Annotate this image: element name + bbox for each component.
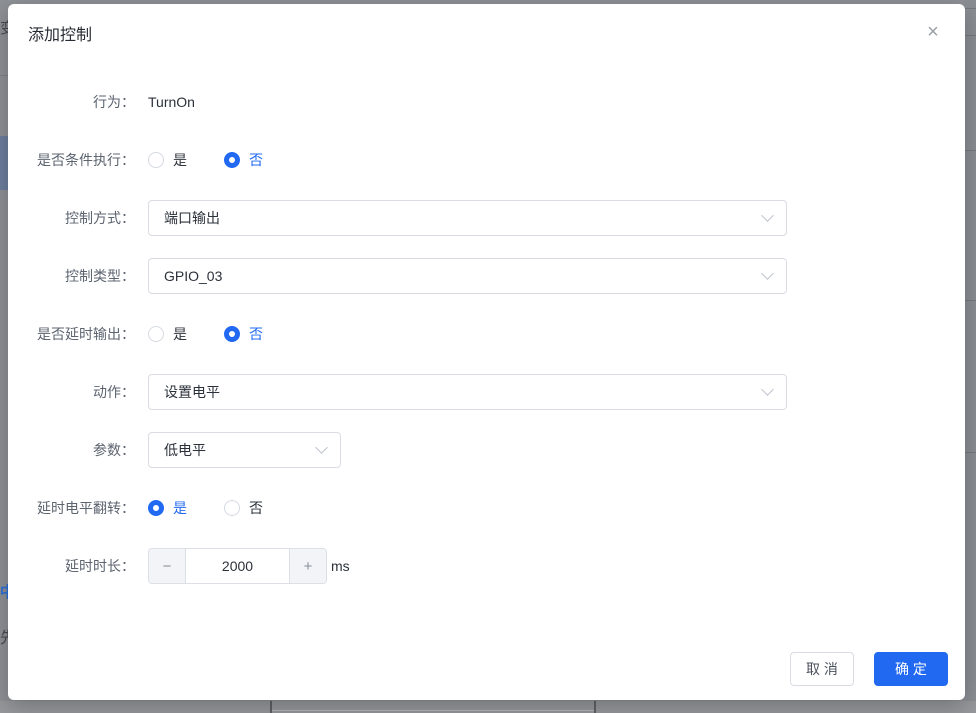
radio-yes-label: 是 <box>173 324 187 344</box>
radio-yes[interactable]: 是 <box>148 324 187 344</box>
conditional-exec-radio-group: 是 否 <box>148 150 300 170</box>
decrease-button[interactable]: − <box>149 549 186 583</box>
radio-yes-label: 是 <box>173 150 187 170</box>
delay-output-label: 是否延时输出： <box>20 324 135 344</box>
behavior-label: 行为： <box>20 92 135 112</box>
add-control-form: 行为： TurnOn 是否条件执行： 是 否 控制方式： 端口输出 <box>8 84 965 584</box>
dialog-title: 添加控制 <box>28 24 937 48</box>
conditional-exec-label: 是否条件执行： <box>20 150 135 170</box>
confirm-button[interactable]: 确 定 <box>874 652 948 686</box>
action-row: 动作： 设置电平 <box>20 374 965 410</box>
action-label: 动作： <box>20 382 135 402</box>
control-type-value: GPIO_03 <box>164 268 222 284</box>
bg-table-border <box>270 701 272 713</box>
dialog-header: 添加控制 × <box>8 4 965 48</box>
radio-circle-icon <box>148 152 164 168</box>
param-label: 参数： <box>20 440 135 460</box>
param-row: 参数： 低电平 <box>20 432 965 468</box>
close-icon[interactable]: × <box>921 20 945 44</box>
radio-circle-icon <box>224 152 240 168</box>
action-select[interactable]: 设置电平 <box>148 374 787 410</box>
control-mode-select[interactable]: 端口输出 <box>148 200 787 236</box>
level-flip-label: 延时电平翻转： <box>20 498 135 518</box>
chevron-down-icon <box>317 443 327 453</box>
radio-no[interactable]: 否 <box>224 498 263 518</box>
duration-unit-label: ms <box>331 558 350 574</box>
radio-circle-icon <box>224 326 240 342</box>
bg-divider <box>0 75 8 76</box>
radio-yes[interactable]: 是 <box>148 498 187 518</box>
level-flip-radio-group: 是 否 <box>148 498 300 518</box>
bg-table-border <box>272 710 594 711</box>
action-value: 设置电平 <box>164 382 220 402</box>
radio-circle-icon <box>148 326 164 342</box>
param-select[interactable]: 低电平 <box>148 432 341 468</box>
radio-no-label: 否 <box>249 324 263 344</box>
control-type-label: 控制类型： <box>20 266 135 286</box>
cancel-button[interactable]: 取 消 <box>790 652 854 686</box>
param-value: 低电平 <box>164 440 206 460</box>
radio-no[interactable]: 否 <box>224 324 263 344</box>
control-type-row: 控制类型： GPIO_03 <box>20 258 965 294</box>
chevron-down-icon <box>763 211 773 221</box>
dialog-footer: 取 消 确 定 <box>790 652 948 686</box>
increase-button[interactable]: + <box>289 549 326 583</box>
radio-no[interactable]: 否 <box>224 150 263 170</box>
radio-circle-icon <box>224 500 240 516</box>
radio-no-label: 否 <box>249 150 263 170</box>
add-control-dialog: 添加控制 × 行为： TurnOn 是否条件执行： 是 否 <box>8 4 965 700</box>
delay-output-radio-group: 是 否 <box>148 324 300 344</box>
radio-yes[interactable]: 是 <box>148 150 187 170</box>
behavior-value: TurnOn <box>148 94 195 110</box>
chevron-down-icon <box>763 385 773 395</box>
level-flip-row: 延时电平翻转： 是 否 <box>20 490 965 526</box>
delay-duration-row: 延时时长： − + ms <box>20 548 965 584</box>
delay-duration-stepper: − + <box>148 548 327 584</box>
control-mode-row: 控制方式： 端口输出 <box>20 200 965 236</box>
control-mode-value: 端口输出 <box>164 208 220 228</box>
bg-bottom-strip <box>0 701 976 713</box>
radio-circle-icon <box>148 500 164 516</box>
control-type-select[interactable]: GPIO_03 <box>148 258 787 294</box>
bg-table-border <box>594 701 596 713</box>
bg-right-strip <box>965 0 976 713</box>
control-mode-label: 控制方式： <box>20 208 135 228</box>
delay-output-row: 是否延时输出： 是 否 <box>20 316 965 352</box>
chevron-down-icon <box>763 269 773 279</box>
behavior-row: 行为： TurnOn <box>20 84 965 120</box>
delay-duration-input[interactable] <box>186 549 289 583</box>
radio-no-label: 否 <box>249 498 263 518</box>
delay-duration-label: 延时时长： <box>20 556 135 576</box>
radio-yes-label: 是 <box>173 498 187 518</box>
bg-highlighted-row <box>0 136 8 190</box>
conditional-exec-row: 是否条件执行： 是 否 <box>20 142 965 178</box>
